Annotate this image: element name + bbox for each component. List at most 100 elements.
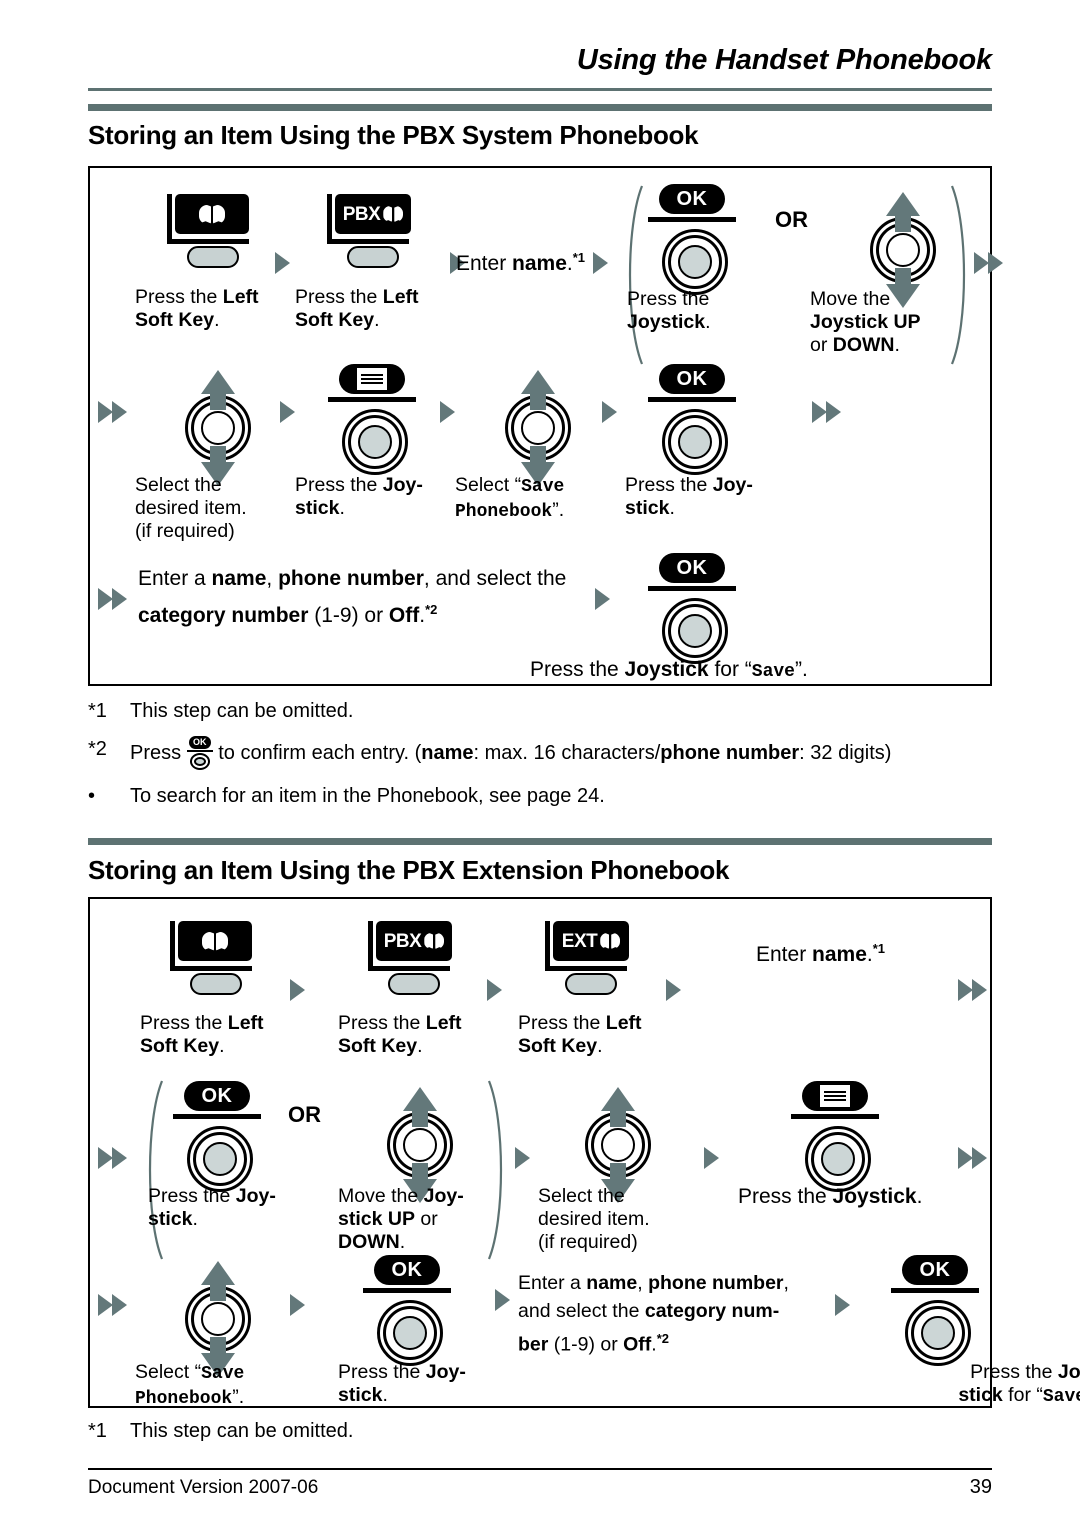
or-label: OR: [775, 207, 808, 232]
flow-arrow-icon: [826, 401, 841, 423]
menu-glyph-icon: [357, 368, 387, 390]
flow-arrow-icon: [112, 401, 127, 423]
softkey-pbx-phonebook-icon: PBX: [327, 194, 413, 268]
footnote-2: *2 Press OK to confirm each entry. (name…: [88, 736, 992, 770]
footnote-text: To search for an item in the Phonebook, …: [130, 785, 605, 807]
ok-label: OK: [676, 557, 708, 579]
flow-diagram-2: Press the Left Soft Key. PBX Press the Le…: [88, 897, 1080, 1409]
flow-arrow-icon: [958, 1147, 973, 1169]
footnote-text: This step can be omitted.: [130, 700, 354, 722]
step-caption: Press the Left Soft Key.: [518, 1012, 642, 1057]
step-caption: Press the Left Soft Key.: [338, 1012, 462, 1057]
step-caption: Press the Left Soft Key.: [295, 286, 419, 331]
joystick-ok-icon: OK: [362, 1255, 458, 1369]
footnote-1: *1 This step can be omitted.: [88, 698, 992, 724]
document-page: Using the Handset Phonebook Storing an I…: [0, 0, 1080, 1529]
flow-arrow-icon: [112, 1294, 127, 1316]
flow-arrow-icon: [98, 588, 113, 610]
joystick-updown-icon: [490, 368, 586, 488]
header-rule-thin: [88, 88, 992, 91]
flow-arrow-icon: [595, 588, 610, 610]
step-caption-enter-details: Enter a name, phone number, and select t…: [138, 567, 567, 627]
softkey-ext-phonebook-icon: EXT: [545, 921, 631, 995]
flow-arrow-icon: [812, 401, 827, 423]
step-caption: Press the Joystick.: [738, 1185, 923, 1208]
flow-arrow-icon: [112, 1147, 127, 1169]
joystick-updown-icon: [170, 368, 266, 488]
inline-joystick-ok-icon: OK: [186, 736, 213, 770]
flow-arrow-icon: [666, 979, 681, 1001]
flow-arrow-icon: [290, 979, 305, 1001]
flow-arrow-icon: [704, 1147, 719, 1169]
ok-label: OK: [676, 188, 708, 210]
step-caption: Press the Joy-stick.: [338, 1361, 466, 1406]
section-rule-thick: [88, 838, 992, 845]
footnote-mark: *2: [88, 738, 107, 760]
step-caption: Select the desired item. (if required): [538, 1185, 650, 1253]
group-paren-open: [140, 1079, 166, 1261]
joystick-ok-icon: OK: [647, 184, 743, 298]
group-paren-close: [948, 184, 974, 366]
footer-rule: [88, 1468, 992, 1470]
flow-arrow-icon: [515, 1147, 530, 1169]
step-caption: Press the Left Soft Key.: [140, 1012, 264, 1057]
step-caption: Press the Left Soft Key.: [135, 286, 259, 331]
joystick-menu-icon: [327, 364, 423, 478]
joystick-ok-icon: OK: [647, 553, 743, 667]
flow-arrow-icon: [487, 979, 502, 1001]
flow-arrow-icon: [972, 1147, 987, 1169]
softkey-phonebook-icon: [167, 194, 253, 268]
joystick-ok-icon: OK: [172, 1081, 268, 1195]
softkey-pbx-phonebook-icon: PBX: [368, 921, 454, 995]
menu-glyph-icon: [820, 1085, 850, 1107]
step-caption: Press the Joy-stick for “Save”.: [958, 1361, 1080, 1407]
flow-arrow-icon: [495, 1289, 510, 1311]
step-caption-enter-name: Enter name.*1: [756, 941, 886, 966]
ok-label: OK: [391, 1259, 423, 1281]
ok-label: OK: [201, 1085, 233, 1107]
step-caption-enter-name: Enter name.*1: [456, 250, 586, 275]
footnote-mark: *1: [88, 1420, 107, 1442]
step-caption: Press the Joystick.: [627, 288, 711, 333]
header-rule-thick: [88, 104, 992, 111]
step-caption: Select “Save Phonebook”.: [135, 1361, 245, 1409]
footnote-bullet: • To search for an item in the Phonebook…: [88, 783, 992, 809]
flow-arrow-icon: [98, 1147, 113, 1169]
step-caption-enter-details: Enter a name, phone number, and select th…: [518, 1272, 789, 1356]
joystick-ok-icon: OK: [647, 364, 743, 478]
flow-arrow-icon: [275, 252, 290, 274]
group-paren-close: [485, 1079, 511, 1261]
footnote-mark: *1: [88, 700, 107, 722]
flow-arrow-icon: [835, 1294, 850, 1316]
flow-arrow-icon: [290, 1294, 305, 1316]
flow-arrow-icon: [988, 252, 1003, 274]
step-caption: Press the Joy-stick.: [295, 474, 423, 519]
footnote-1: *1 This step can be omitted.: [88, 1418, 992, 1444]
softkey-phonebook-icon: [170, 921, 256, 995]
section-title-1: Storing an Item Using the PBX System Pho…: [88, 120, 699, 150]
flow-arrow-icon: [440, 401, 455, 423]
running-head: Using the Handset Phonebook: [576, 44, 992, 76]
step-caption: Press the Joy-stick.: [148, 1185, 276, 1230]
flow-arrow-icon: [974, 252, 989, 274]
joystick-ok-icon: OK: [890, 1255, 986, 1369]
flow-arrow-icon: [280, 401, 295, 423]
flow-arrow-icon: [98, 1294, 113, 1316]
step-caption: Press the Joy-stick.: [625, 474, 753, 519]
flow-diagram-1: Press the Left Soft Key. PBX Press the Le…: [88, 166, 1003, 686]
softkey-label-pbx: PBX: [342, 203, 381, 225]
footnote-text: Press OK to confirm each entry. (name: m…: [130, 736, 992, 770]
step-caption: Select “Save Phonebook”.: [455, 474, 565, 522]
section-title-2: Storing an Item Using the PBX Extension …: [88, 855, 730, 885]
softkey-label-pbx: PBX: [383, 930, 422, 952]
flow-arrow-icon: [98, 401, 113, 423]
flow-arrow-icon: [593, 252, 608, 274]
softkey-label-ext: EXT: [561, 930, 598, 952]
step-caption: Press the Joystick for “Save”.: [530, 658, 808, 682]
flow-arrow-icon: [958, 979, 973, 1001]
or-label: OR: [288, 1102, 321, 1127]
flow-arrow-icon: [602, 401, 617, 423]
ok-label: OK: [676, 368, 708, 390]
ok-label: OK: [919, 1259, 951, 1281]
flow-arrow-icon: [972, 979, 987, 1001]
